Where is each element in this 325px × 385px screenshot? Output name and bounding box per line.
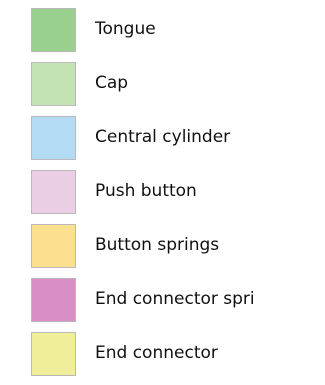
legend-swatch-push-button <box>31 170 76 214</box>
legend-swatch-end-connector <box>31 332 76 376</box>
legend-item-button-springs: Button springs <box>31 220 325 272</box>
legend-label-push-button: Push button <box>95 181 197 201</box>
legend-label-end-connector: End connector <box>95 343 218 363</box>
legend-item-tongue: Tongue <box>31 4 325 56</box>
legend-item-central-cylinder: Central cylinder <box>31 112 325 164</box>
legend-swatch-tongue <box>31 8 76 52</box>
legend-item-push-button: Push button <box>31 166 325 218</box>
legend-swatch-cap <box>31 62 76 106</box>
legend-label-button-springs: Button springs <box>95 235 220 255</box>
legend-item-end-connector: End connector <box>31 328 325 380</box>
legend-item-cap: Cap <box>31 58 325 110</box>
legend-swatch-end-connector-springs <box>31 278 76 322</box>
legend-swatch-central-cylinder <box>31 116 76 160</box>
color-legend: Tongue Cap Central cylinder Push button … <box>0 0 325 385</box>
legend-label-cap: Cap <box>95 73 129 93</box>
legend-item-end-connector-springs: End connector spri <box>31 274 325 326</box>
legend-label-end-connector-springs: End connector spri <box>95 289 255 309</box>
legend-label-central-cylinder: Central cylinder <box>95 127 231 147</box>
legend-label-tongue: Tongue <box>95 19 156 39</box>
legend-swatch-button-springs <box>31 224 76 268</box>
